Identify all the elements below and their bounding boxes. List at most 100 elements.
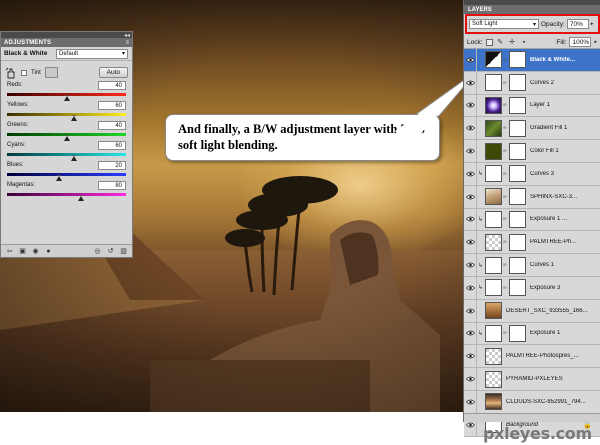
eye-icon[interactable] [464,231,477,254]
fill-slider-arrow-icon[interactable]: ▸ [594,39,597,45]
opacity-slider-arrow-icon[interactable]: ▸ [591,21,594,27]
layer-thumbnail[interactable] [485,393,502,411]
layer-thumbnail[interactable] [485,165,502,183]
slider-blues[interactable]: Blues: 20 [7,161,126,181]
layer-thumbnail[interactable] [485,256,502,274]
slider-greens[interactable]: Greens: 40 [7,121,126,141]
eye-icon[interactable] [464,185,477,208]
tab-layers[interactable]: LAYERS [468,7,492,13]
eye-icon[interactable] [464,254,477,276]
slider-value-input[interactable]: 60 [98,101,126,110]
link-icon[interactable]: ∞ [503,148,508,154]
lock-transparency-icon[interactable] [485,38,493,46]
layer-row[interactable]: ↳ ∞ Exposure 1 ... [464,208,600,232]
slider-track[interactable] [7,173,126,176]
eye-icon[interactable] [464,322,477,345]
link-icon[interactable]: ∞ [503,194,508,200]
layer-thumbnail[interactable] [485,96,502,114]
link-icon[interactable]: ∞ [503,239,508,245]
layer-thumbnail[interactable] [485,370,502,388]
opacity-input[interactable]: 70% [566,19,589,29]
link-icon[interactable]: ∞ [503,285,508,291]
layer-thumbnail[interactable] [485,210,502,228]
tint-color-swatch[interactable] [44,67,58,78]
fill-input[interactable]: 100% [569,37,592,47]
layer-mask-thumbnail[interactable] [509,142,526,160]
slider-yellows[interactable]: Yellows: 60 [7,101,126,121]
layer-mask-thumbnail[interactable] [509,324,526,342]
eye-icon[interactable] [464,117,477,140]
blend-mode-select[interactable]: Soft Light ▾ [469,19,539,29]
link-icon[interactable]: ∞ [503,216,508,222]
tint-checkbox[interactable] [21,69,27,76]
preset-select[interactable]: Default ▾ [56,48,128,59]
layer-mask-thumbnail[interactable] [509,96,526,114]
eye-icon[interactable] [464,208,477,231]
layer-mask-thumbnail[interactable] [509,279,526,297]
layer-thumbnail[interactable] [485,142,502,160]
lock-pixels-icon[interactable]: ✎ [496,38,505,47]
back-arrow-icon[interactable]: ⇦ [5,247,14,256]
layer-row[interactable]: ∞ Black & White... [464,49,600,72]
panel-menu-icon[interactable]: ≡ [125,40,129,46]
link-icon[interactable]: ∞ [503,330,508,336]
slider-value-input[interactable]: 80 [98,181,126,190]
layer-mask-thumbnail[interactable] [509,256,526,274]
layer-row[interactable]: ↳ ∞ Curves 1 [464,254,600,277]
layer-mask-thumbnail[interactable] [509,51,526,69]
layer-row[interactable]: ∞ SPHINX-SXC-3... [464,185,600,209]
eye-icon[interactable] [464,94,477,117]
slider-value-input[interactable]: 40 [98,81,126,90]
layer-thumbnail[interactable] [485,119,502,137]
layer-thumbnail[interactable] [485,233,502,251]
view-previous-icon[interactable]: ◎ [93,247,102,256]
eye-icon[interactable] [464,368,477,390]
layer-mask-thumbnail[interactable] [509,233,526,251]
eye-icon[interactable] [464,390,477,413]
layer-mask-thumbnail[interactable] [509,119,526,137]
link-icon[interactable]: ∞ [503,125,508,131]
slider-value-input[interactable]: 40 [98,121,126,130]
eye-icon[interactable] [464,71,477,94]
layer-row[interactable]: ↳ ∞ Exposure 3 [464,276,600,300]
slider-value-input[interactable]: 60 [98,141,126,150]
eye-icon[interactable] [464,49,477,71]
trash-icon[interactable]: ▥ [119,247,128,256]
collapse-icon[interactable]: ◂◂ [124,32,130,39]
slider-value-input[interactable]: 20 [98,161,126,170]
eye-icon[interactable] [464,299,477,322]
layer-row[interactable]: ∞ Layer 1 [464,94,600,118]
link-icon[interactable]: ∞ [503,57,508,63]
slider-cyans[interactable]: Cyans: 60 [7,141,126,161]
layer-row[interactable]: ∞ Color Fill 1 [464,140,600,163]
link-icon[interactable]: ∞ [503,80,508,86]
layer-row[interactable]: DESERT_SXC_933555_166... [464,299,600,323]
layer-row[interactable]: ∞ Curves 2 [464,71,600,95]
layer-row[interactable]: ↳ ∞ Curves 3 [464,162,600,186]
layer-thumbnail[interactable] [485,188,502,206]
link-icon[interactable]: ∞ [503,102,508,108]
layer-thumbnail[interactable] [485,51,502,69]
eye-icon[interactable] [464,276,477,299]
layer-row[interactable]: PYRAMID-PXLEYES [464,368,600,391]
slider-track[interactable] [7,193,126,196]
link-icon[interactable]: ∞ [503,262,508,268]
reset-icon[interactable]: ↺ [106,247,115,256]
layer-thumbnail[interactable] [485,74,502,92]
adjustments-panel[interactable]: ◂◂ ADJUSTMENTS ≡ Black & White Default ▾… [0,31,133,258]
eye-icon[interactable] [464,345,477,368]
eye-icon[interactable] [464,162,477,185]
clip-to-layer-icon[interactable]: ◉ [31,247,40,256]
layer-thumbnail[interactable] [485,302,502,320]
lock-all-icon[interactable]: ▪ [520,38,529,47]
eye-icon[interactable] [464,140,477,162]
layer-mask-thumbnail[interactable] [509,165,526,183]
layer-mask-thumbnail[interactable] [509,210,526,228]
layer-row[interactable]: ∞ Gradient Fill 1 [464,117,600,141]
layer-row[interactable]: ∞ PALMTREE-Ph... [464,231,600,255]
slider-magentas[interactable]: Magentas: 80 [7,181,126,201]
slider-track[interactable] [7,153,126,156]
auto-button[interactable]: Auto [98,67,128,78]
expand-view-icon[interactable]: ▣ [18,247,27,256]
slider-track[interactable] [7,113,126,116]
